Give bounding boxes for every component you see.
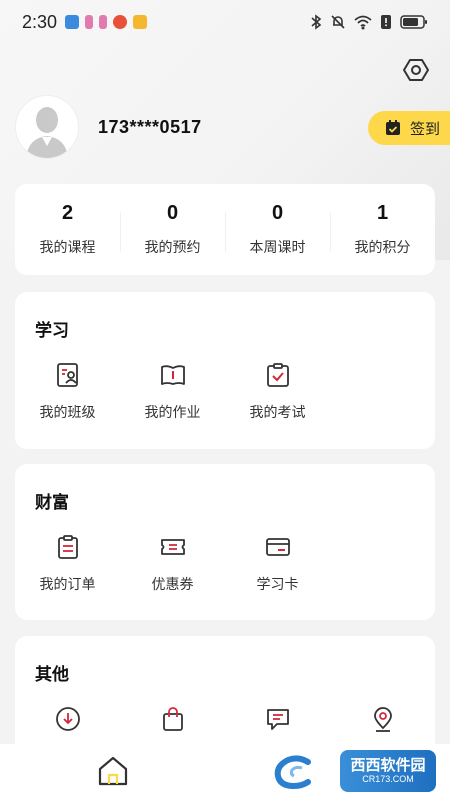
location-icon (373, 707, 392, 732)
section-title: 其他 (35, 665, 69, 684)
stat-value: 1 (376, 202, 389, 224)
checkin-label: 签到 (410, 120, 441, 138)
user-avatar-icon (16, 96, 78, 158)
status-time: 2:30 (22, 11, 58, 32)
stats-card: 2 我的课程 0 我的预约 0 本周课时 1 我的积分 (15, 184, 435, 275)
learning-section: 学习 我的班级 我的作业 我的考试 (15, 292, 435, 449)
exam-icon (266, 363, 289, 387)
mute-bell-icon (331, 15, 345, 29)
location-item[interactable] (330, 706, 435, 732)
stat-label: 我的课程 (39, 239, 96, 255)
grid-label: 优惠券 (151, 576, 194, 592)
wifi-icon (354, 15, 372, 30)
my-class-item[interactable]: 我的班级 (15, 362, 120, 422)
gear-icon (403, 59, 429, 81)
stat-reservations[interactable]: 0 我的预约 (120, 202, 225, 257)
stat-value: 2 (61, 202, 74, 224)
section-title: 学习 (35, 321, 69, 340)
profile-header: 173****0517 (16, 96, 202, 158)
status-bar: 2:30 (0, 0, 450, 44)
homework-icon (160, 365, 185, 385)
order-icon (57, 535, 78, 559)
class-icon (56, 363, 78, 387)
avatar[interactable] (16, 96, 78, 158)
app-notification-icon (85, 15, 94, 29)
grid-label: 我的考试 (249, 404, 306, 420)
stat-courses[interactable]: 2 我的课程 (15, 202, 120, 257)
wealth-grid: 我的订单 优惠券 学习卡 (15, 534, 435, 594)
stat-label: 我的预约 (144, 239, 201, 255)
stat-value: 0 (271, 202, 284, 224)
download-item[interactable] (15, 706, 120, 732)
message-icon (266, 709, 289, 730)
grid-label: 我的作业 (144, 404, 201, 420)
download-icon (55, 707, 80, 731)
my-orders-item[interactable]: 我的订单 (15, 534, 120, 594)
stat-label: 本周课时 (249, 239, 306, 255)
shopping-bag-item[interactable] (120, 706, 225, 732)
study-card-icon (265, 538, 290, 556)
calendar-check-icon (386, 120, 400, 135)
settings-button[interactable] (402, 56, 430, 84)
shopping-bag-icon (162, 707, 183, 731)
learning-grid: 我的班级 我的作业 我的考试 (15, 362, 435, 422)
watermark-cn: 西西软件园 (350, 757, 426, 774)
grid-label: 学习卡 (256, 576, 299, 592)
stat-points[interactable]: 1 我的积分 (330, 202, 435, 257)
watermark-badge: 西西软件园 CR173.COM (340, 750, 436, 792)
stat-weekly-hours[interactable]: 0 本周课时 (225, 202, 330, 257)
shield-app-icon (65, 15, 80, 29)
stat-value: 0 (166, 202, 179, 224)
user-phone: 173****0517 (98, 116, 202, 137)
message-item[interactable] (225, 706, 330, 732)
coupons-item[interactable]: 优惠券 (120, 534, 225, 594)
weibo-icon (113, 15, 128, 29)
watermark-logo (256, 752, 340, 792)
watermark-en: CR173.COM (362, 774, 414, 784)
my-homework-item[interactable]: 我的作业 (120, 362, 225, 422)
bluetooth-icon (311, 14, 322, 30)
sim-alert-icon (381, 15, 391, 29)
other-grid (15, 706, 435, 732)
study-card-item[interactable]: 学习卡 (225, 534, 330, 594)
message-app-icon (133, 15, 148, 29)
section-title: 财富 (35, 493, 69, 512)
wealth-section: 财富 我的订单 优惠券 学习卡 (15, 464, 435, 620)
app-notification-icon-2 (99, 15, 108, 29)
grid-label: 我的班级 (39, 404, 96, 420)
stat-label: 我的积分 (354, 239, 411, 255)
battery-icon (400, 15, 427, 29)
coupon-icon (160, 539, 185, 555)
checkin-button[interactable]: 签到 (368, 111, 450, 145)
home-icon (98, 756, 128, 786)
status-right (310, 14, 428, 30)
my-exam-item[interactable]: 我的考试 (225, 362, 330, 422)
grid-label: 我的订单 (39, 576, 96, 592)
home-tab[interactable] (96, 754, 130, 788)
status-left: 2:30 (22, 11, 148, 33)
watermark-c-icon (274, 755, 311, 790)
